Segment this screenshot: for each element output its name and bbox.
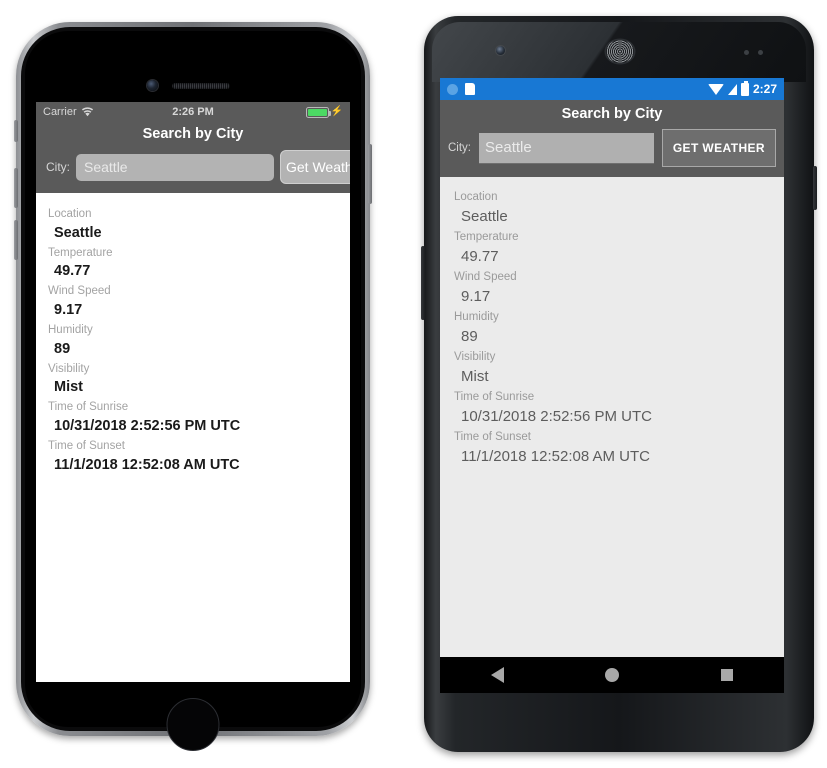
charging-bolt-icon: ⚡ [330, 106, 343, 117]
result-label: Time of Sunrise [454, 391, 535, 403]
result-value: 11/1/2018 12:52:08 AM UTC [461, 448, 651, 466]
earpiece-speaker [172, 83, 230, 89]
result-value: 9.17 [54, 302, 83, 319]
result-item: Location Seattle [454, 189, 774, 228]
result-label: Time of Sunrise [48, 401, 129, 414]
result-value: 10/31/2018 2:52:56 PM UTC [54, 418, 241, 435]
result-item: Wind Speed 9.17 [454, 269, 774, 308]
battery-full-icon [305, 106, 331, 118]
app-bag-icon [465, 83, 475, 95]
android-app-bar: Search by City City: GET WEATHER [440, 100, 784, 177]
ios-home-button[interactable] [166, 698, 220, 751]
result-item: Temperature 49.77 [48, 245, 340, 283]
result-label: Visibility [454, 351, 496, 363]
result-value: 11/1/2018 12:52:08 AM UTC [54, 456, 240, 473]
get-weather-button[interactable]: Get Weather [280, 150, 350, 184]
result-item: Time of Sunrise 10/31/2018 2:52:56 PM UT… [48, 399, 340, 437]
result-label: Wind Speed [454, 271, 517, 283]
android-status-time: 2:27 [752, 82, 777, 96]
circle-notification-icon [447, 83, 458, 95]
ios-search-row: City: Get Weather [36, 147, 350, 193]
result-label: Visibility [48, 362, 90, 375]
result-item: Humidity 89 [48, 322, 340, 360]
light-sensor [758, 50, 763, 55]
get-weather-button[interactable]: GET WEATHER [661, 129, 776, 167]
battery-icon [740, 80, 749, 96]
result-label: Temperature [454, 231, 519, 243]
ios-mute-switch[interactable] [14, 120, 18, 142]
result-value: 10/31/2018 2:52:56 PM UTC [461, 408, 652, 426]
ios-power-button[interactable] [368, 144, 372, 204]
back-triangle-icon[interactable] [490, 667, 504, 683]
result-item: Time of Sunrise 10/31/2018 2:52:56 PM UT… [454, 389, 774, 428]
android-status-bar: 2:27 [440, 78, 784, 100]
result-value: Seattle [461, 208, 508, 226]
result-label: Humidity [48, 324, 93, 337]
home-circle-icon[interactable] [605, 668, 620, 682]
city-input-wrapper [479, 132, 654, 164]
result-value: Mist [54, 379, 83, 396]
ios-status-right-group: ⚡ [305, 106, 343, 118]
android-device: 2:27 Search by City City: GET WEATHER Lo… [421, 16, 817, 752]
result-label: Wind Speed [48, 285, 111, 298]
android-status-left-group [447, 83, 475, 95]
city-input[interactable] [76, 153, 274, 181]
ios-status-time: 2:26 PM [172, 106, 214, 118]
result-item: Wind Speed 9.17 [48, 283, 340, 321]
screenshot-stage: Carrier 2:26 PM ⚡ Search by City City: S… [0, 0, 827, 768]
result-item: Visibility Mist [454, 349, 774, 388]
result-label: Time of Sunset [454, 431, 531, 443]
result-item: Time of Sunset 11/1/2018 12:52:08 AM UTC [454, 429, 774, 468]
result-label: Humidity [454, 311, 499, 323]
ios-weather-results: Location Seattle Temperature 49.77 Wind … [36, 193, 350, 682]
result-label: Location [454, 191, 498, 203]
front-camera-icon [147, 80, 158, 91]
city-input[interactable] [479, 132, 654, 164]
result-value: 9.17 [461, 288, 491, 306]
result-value: 49.77 [54, 263, 91, 280]
result-item: Visibility Mist [48, 361, 340, 399]
proximity-sensor [744, 50, 749, 55]
result-value: 49.77 [461, 248, 499, 266]
earpiece-speaker [606, 40, 634, 63]
result-value: 89 [461, 328, 478, 346]
ios-status-bar: Carrier 2:26 PM ⚡ [36, 102, 350, 122]
result-label: Time of Sunset [48, 440, 125, 453]
page-title: Search by City [561, 106, 663, 122]
result-item: Humidity 89 [454, 309, 774, 348]
ios-screen: Carrier 2:26 PM ⚡ Search by City City: S… [36, 102, 350, 682]
android-search-row: City: GET WEATHER [440, 126, 784, 177]
ios-volume-up-button[interactable] [14, 168, 18, 208]
android-screen: 2:27 Search by City City: GET WEATHER Lo… [440, 78, 784, 693]
cell-signal-icon [727, 83, 737, 95]
wifi-icon [707, 83, 724, 95]
android-power-button[interactable] [813, 166, 817, 210]
result-value: Seattle [54, 224, 102, 241]
result-label: Location [48, 208, 92, 220]
ios-device: Carrier 2:26 PM ⚡ Search by City City: S… [14, 22, 372, 751]
android-volume-button[interactable] [421, 246, 425, 320]
result-item: Time of Sunset 11/1/2018 12:52:08 AM UTC [48, 438, 340, 476]
ios-volume-down-button[interactable] [14, 220, 18, 260]
recents-square-icon[interactable] [721, 669, 734, 681]
ios-navigation-bar: Search by City [36, 122, 350, 147]
result-value: Mist [461, 368, 489, 386]
result-value: 89 [54, 340, 71, 357]
front-camera-icon [496, 46, 505, 55]
result-item: Location Seattle [48, 206, 340, 244]
android-navigation-bar [440, 657, 784, 693]
android-status-right-group: 2:27 [707, 80, 777, 96]
page-title: Search by City [142, 126, 244, 142]
city-label: City: [46, 160, 70, 174]
result-item: Temperature 49.77 [454, 229, 774, 268]
result-label: Temperature [48, 246, 113, 259]
city-label: City: [448, 142, 471, 154]
android-weather-results: Location Seattle Temperature 49.77 Wind … [440, 177, 784, 693]
